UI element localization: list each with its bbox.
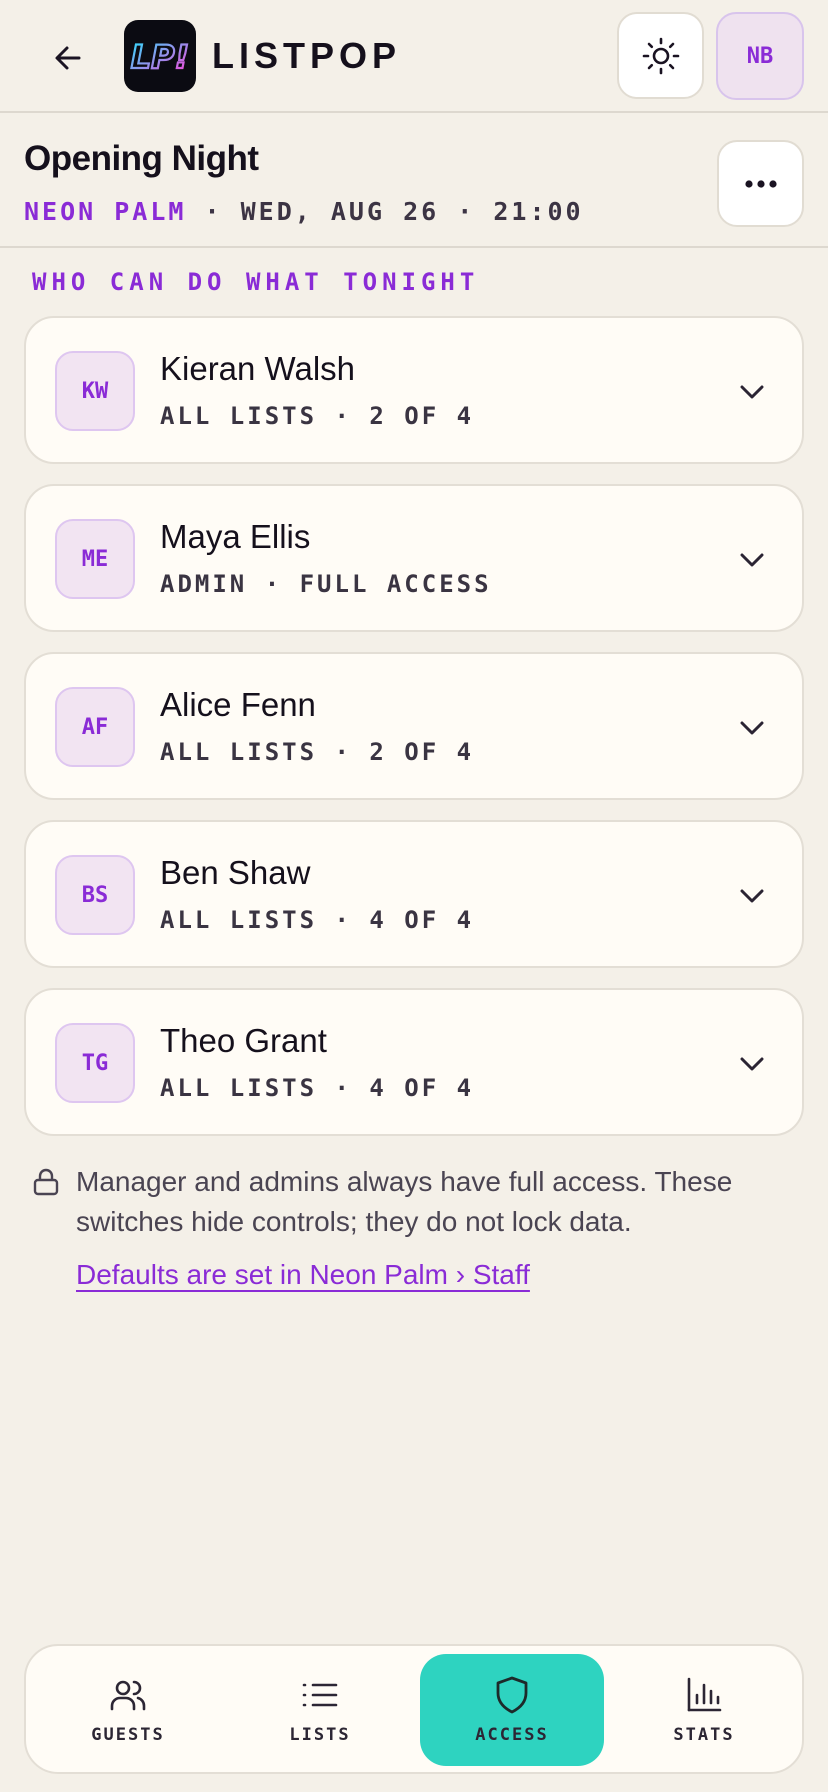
event-details: · WED, AUG 26 · 21:00	[186, 197, 584, 226]
nav-stats[interactable]: STATS	[612, 1654, 796, 1766]
avatar: TG	[55, 1023, 135, 1103]
staff-card-alice-fenn[interactable]: AF Alice Fenn ALL LISTS · 2 OF 4	[24, 652, 804, 800]
nav-lists[interactable]: LISTS	[228, 1654, 412, 1766]
nav-label: ACCESS	[475, 1725, 549, 1745]
more-options-button[interactable]	[717, 140, 804, 227]
brand-name: LISTPOP	[212, 35, 402, 76]
staff-role: ADMIN · FULL ACCESS	[160, 570, 492, 598]
avatar: BS	[55, 855, 135, 935]
event-venue[interactable]: NEON PALM	[24, 197, 186, 226]
staff-role: ALL LISTS · 2 OF 4	[160, 738, 475, 766]
nav-label: STATS	[673, 1725, 735, 1745]
staff-name: Maya Ellis	[160, 518, 311, 555]
staff-name: Theo Grant	[160, 1022, 327, 1059]
staff-name: Kieran Walsh	[160, 350, 356, 387]
app-header: LP! LISTPOP NB	[0, 0, 828, 113]
app-logo: LP!	[124, 20, 196, 92]
shield-icon	[496, 1676, 528, 1714]
staff-card-kieran-walsh[interactable]: KW Kieran Walsh ALL LISTS · 2 OF 4	[24, 316, 804, 464]
nav-label: GUESTS	[91, 1725, 165, 1745]
staff-role: ALL LISTS · 2 OF 4	[160, 402, 475, 430]
avatar: ME	[55, 519, 135, 599]
section-heading: WHO CAN DO WHAT TONIGHT	[32, 268, 480, 296]
lock-icon	[33, 1168, 59, 1196]
back-button[interactable]	[40, 30, 96, 86]
chevron-down-icon[interactable]	[736, 880, 768, 912]
staff-card-maya-ellis[interactable]: ME Maya Ellis ADMIN · FULL ACCESS	[24, 484, 804, 632]
staff-card-theo-grant[interactable]: TG Theo Grant ALL LISTS · 4 OF 4	[24, 988, 804, 1136]
chevron-down-icon[interactable]	[736, 544, 768, 576]
list-icon	[302, 1683, 338, 1707]
staff-card-ben-shaw[interactable]: BS Ben Shaw ALL LISTS · 4 OF 4	[24, 820, 804, 968]
chevron-down-icon[interactable]	[736, 712, 768, 744]
sun-icon	[642, 37, 679, 74]
bottom-nav: GUESTS LISTS ACCESS STATS	[24, 1644, 804, 1774]
staff-list: KW Kieran Walsh ALL LISTS · 2 OF 4 ME Ma…	[24, 316, 804, 1156]
nav-guests[interactable]: GUESTS	[36, 1654, 220, 1766]
event-title: Opening Night	[24, 139, 259, 178]
event-meta: NEON PALM · WED, AUG 26 · 21:00	[24, 197, 584, 226]
svg-text:LP!: LP!	[131, 38, 189, 76]
staff-name: Ben Shaw	[160, 854, 311, 891]
bar-chart-icon	[687, 1677, 722, 1712]
nav-label: LISTS	[289, 1725, 351, 1745]
chevron-down-icon[interactable]	[736, 1048, 768, 1080]
staff-role: ALL LISTS · 4 OF 4	[160, 1074, 475, 1102]
staff-role: ALL LISTS · 4 OF 4	[160, 906, 475, 934]
access-note: Manager and admins always have full acce…	[76, 1166, 733, 1237]
user-avatar-button[interactable]: NB	[716, 12, 804, 100]
staff-defaults-link[interactable]: Defaults are set in Neon Palm › Staff	[76, 1255, 530, 1295]
event-bar: Opening Night NEON PALM · WED, AUG 26 · …	[0, 113, 828, 248]
chevron-down-icon[interactable]	[736, 376, 768, 408]
ellipsis-icon	[744, 179, 777, 188]
avatar: KW	[55, 351, 135, 431]
nav-access[interactable]: ACCESS	[420, 1654, 604, 1766]
arrow-left-icon	[55, 46, 81, 70]
staff-name: Alice Fenn	[160, 686, 316, 723]
theme-toggle-button[interactable]	[617, 12, 704, 99]
users-icon	[110, 1680, 146, 1711]
avatar: AF	[55, 687, 135, 767]
